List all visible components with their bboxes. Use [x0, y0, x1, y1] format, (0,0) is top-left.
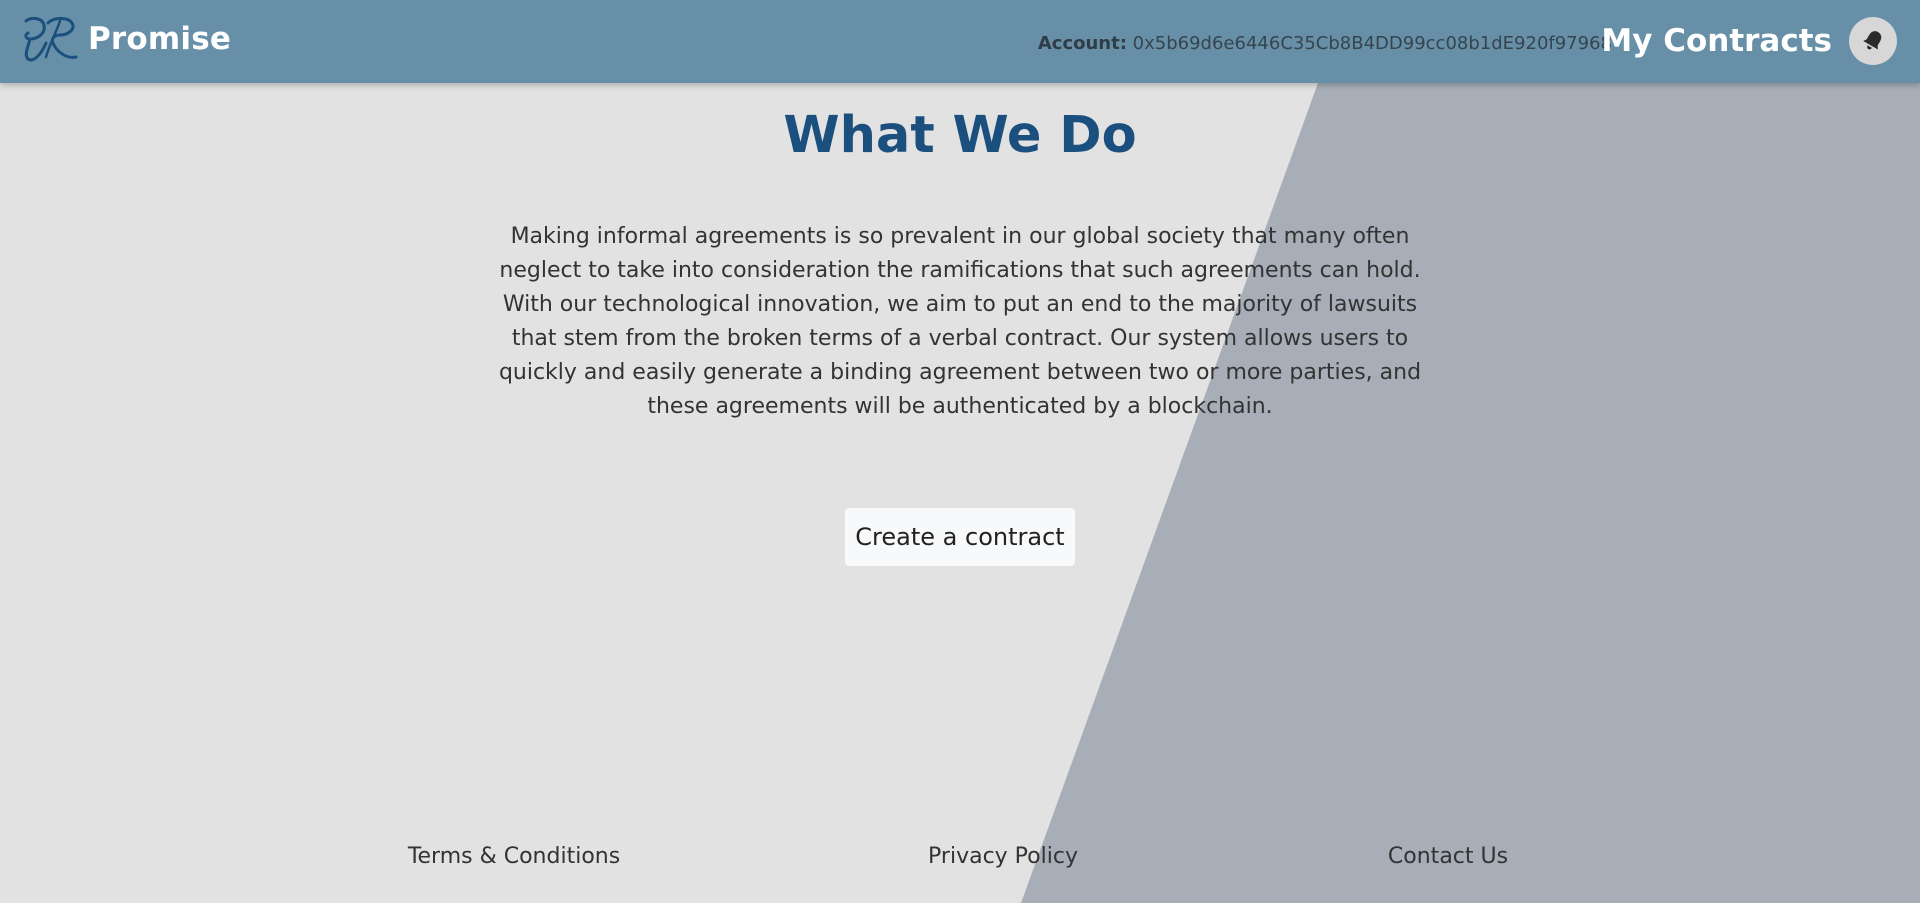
navbar: Promise Account: 0x5b69d6e6446C35Cb8B4DD… — [0, 0, 1920, 83]
privacy-link[interactable]: Privacy Policy — [928, 840, 1078, 874]
brand-link[interactable]: Promise — [20, 13, 231, 65]
account-info: Account: 0x5b69d6e6446C35Cb8B4DD99cc08b1… — [1038, 33, 1612, 55]
account-address: 0x5b69d6e6446C35Cb8B4DD99cc08b1dE920f979… — [1132, 33, 1612, 54]
promise-logo-icon — [24, 16, 78, 62]
brand-name: Promise — [88, 21, 232, 57]
account-label: Account: — [1037, 33, 1127, 54]
bell-icon — [1863, 31, 1882, 50]
notifications-button[interactable] — [1849, 17, 1897, 65]
description-text: Making informal agreements is so prevale… — [498, 224, 1422, 419]
page-title: What We Do — [783, 106, 1137, 165]
footer: Terms & Conditions Privacy Policy Contac… — [0, 840, 1920, 874]
contact-link[interactable]: Contact Us — [1388, 840, 1508, 874]
create-contract-button[interactable]: Create a contract — [845, 508, 1075, 566]
terms-link[interactable]: Terms & Conditions — [408, 840, 620, 874]
my-contracts-link[interactable]: My Contracts — [1601, 20, 1832, 62]
